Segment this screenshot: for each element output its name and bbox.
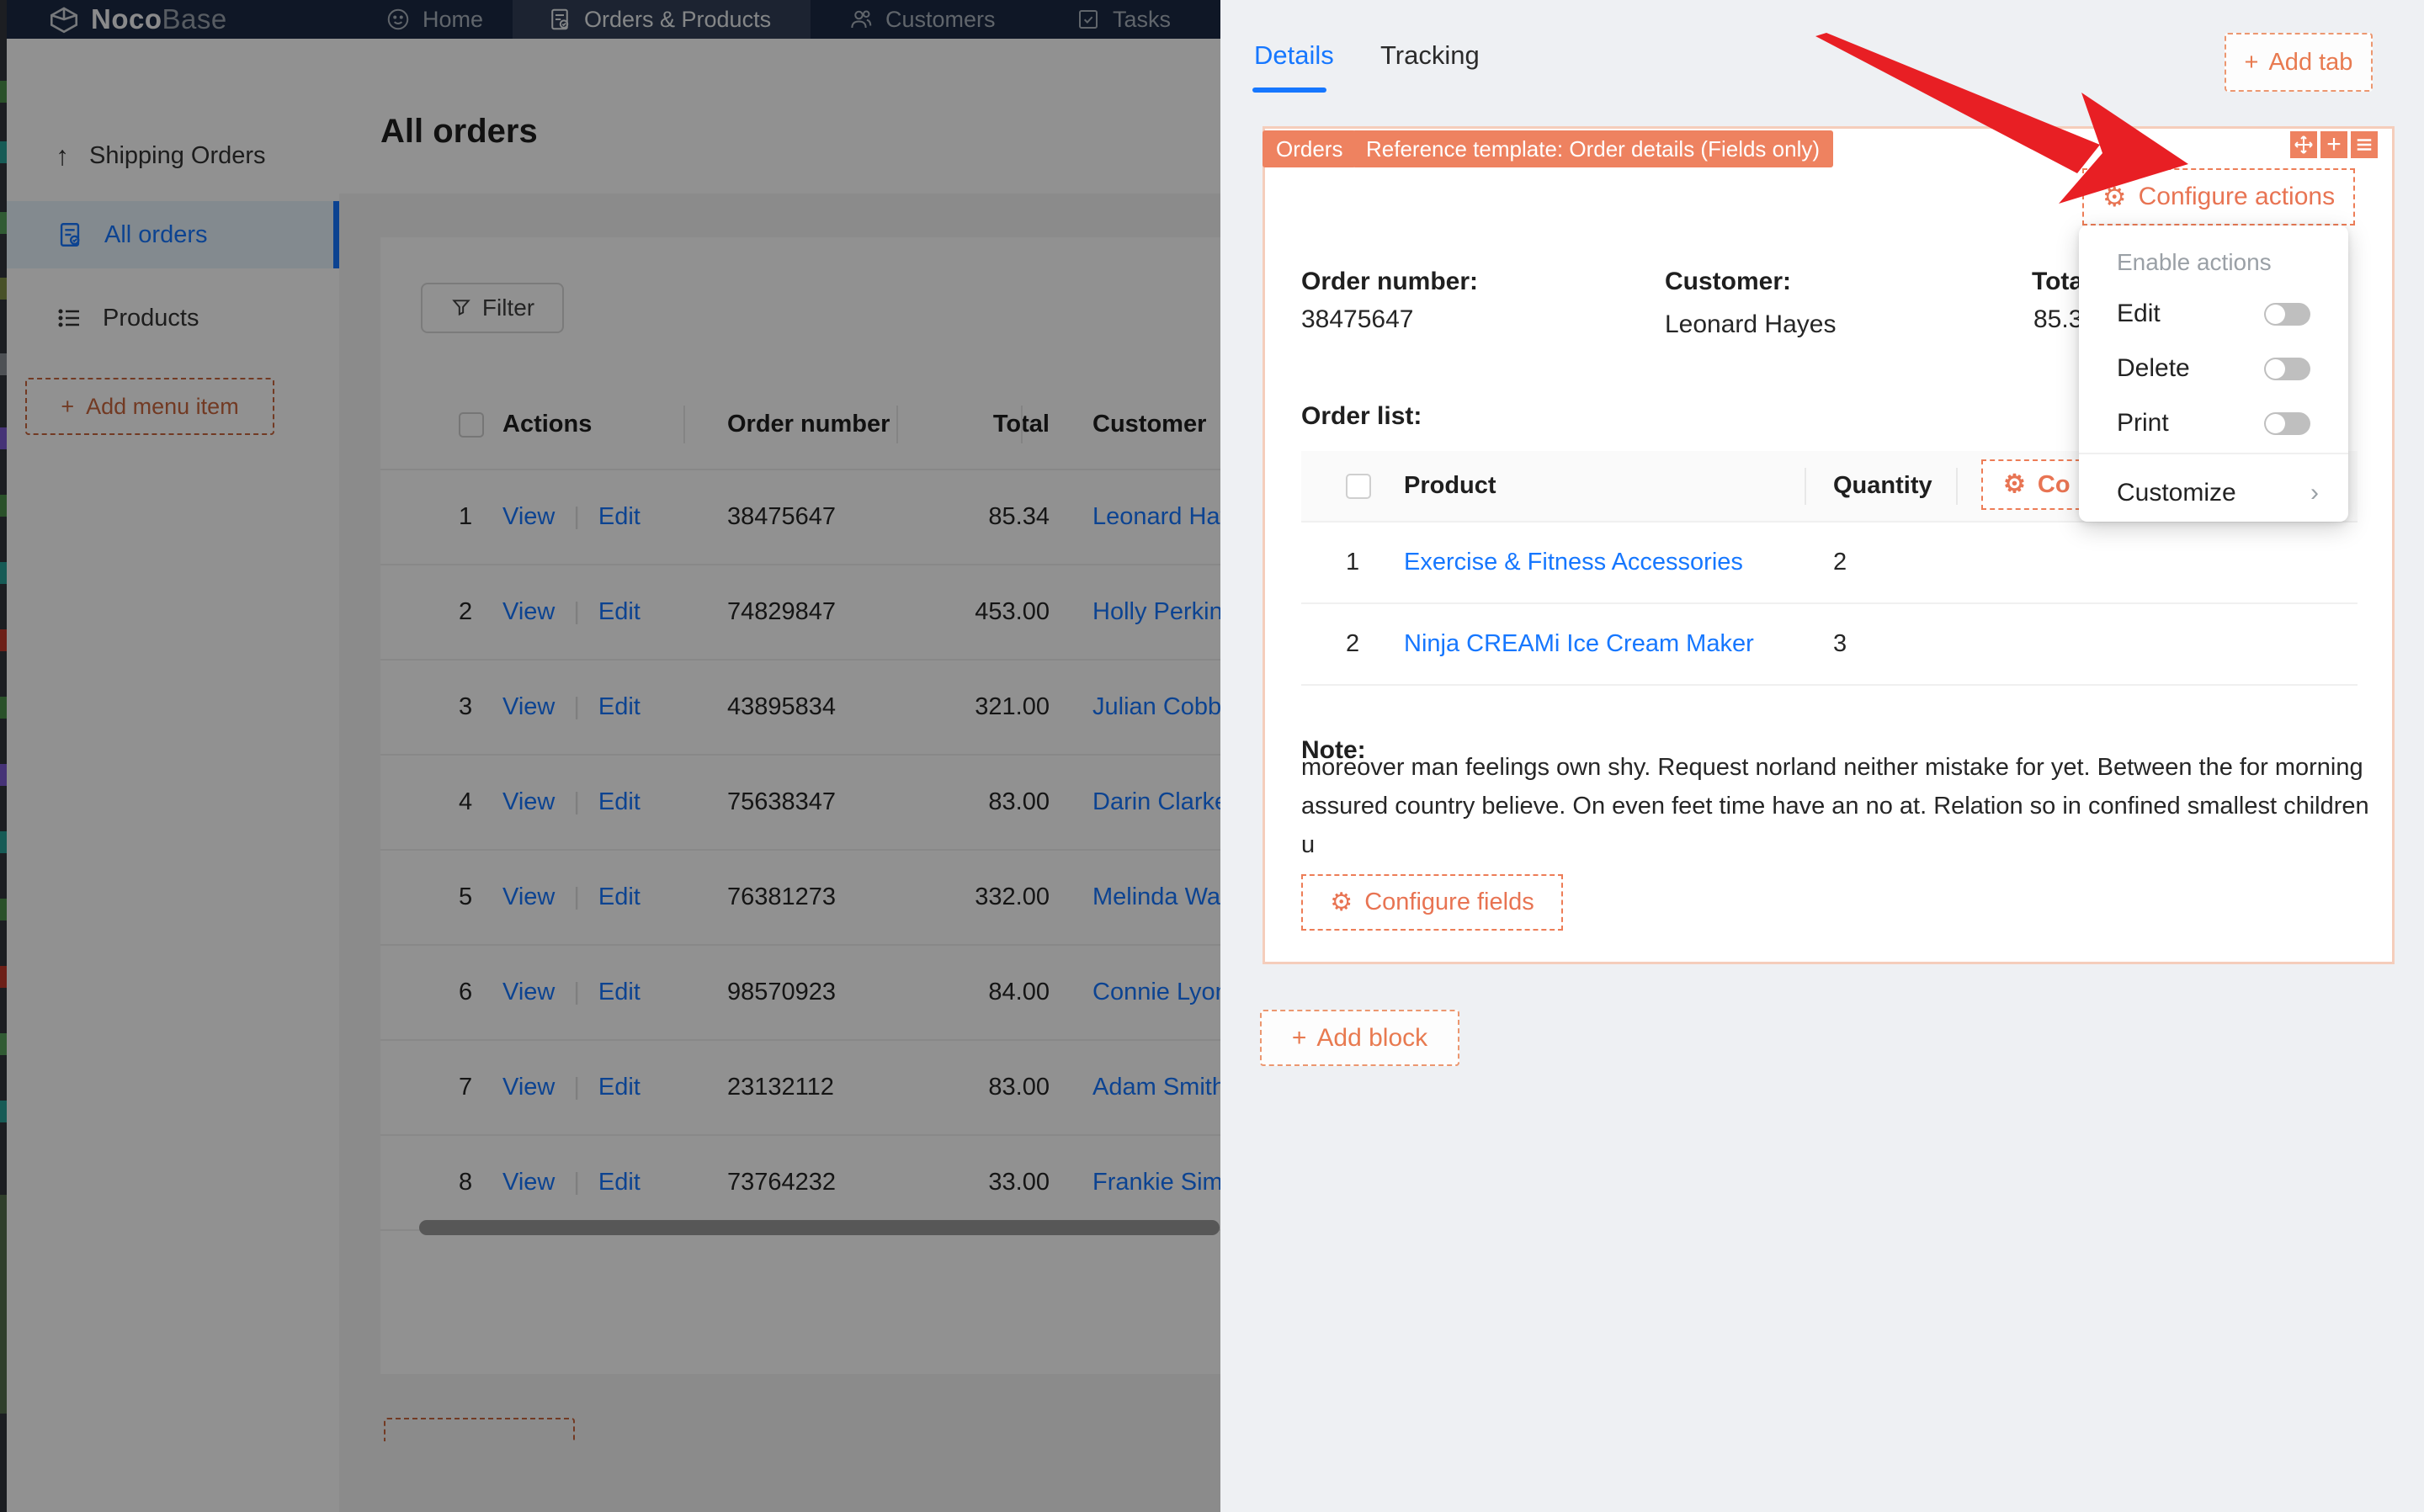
delete-toggle[interactable] [2264,357,2310,380]
plus-icon: + [1291,1023,1307,1052]
field-value-order-number: 38475647 [1301,305,1414,333]
order-list-label: Order list: [1301,402,1422,430]
menu-item-delete[interactable]: Delete [2117,350,2310,387]
column-divider [1805,468,1806,505]
menu-item-print[interactable]: Print [2117,405,2310,442]
menu-icon[interactable] [2351,131,2378,158]
active-tab-underline [1252,88,1326,93]
configure-fields-button[interactable]: ⚙ Configure fields [1301,874,1563,931]
column-divider [1956,468,1958,505]
add-tab-button[interactable]: + Add tab [2225,33,2373,92]
main-application: NocoBase Home Orders & Products Customer… [0,0,1220,1512]
plus-icon[interactable]: + [2320,130,2347,158]
chevron-right-icon: › [2310,479,2319,507]
add-block-button[interactable]: + Add block [1260,1010,1459,1066]
drag-icon[interactable] [2290,131,2317,158]
column-header-product[interactable]: Product [1404,472,1816,500]
tab-details[interactable]: Details [1254,40,1334,71]
plus-icon: + [2244,48,2259,76]
menu-item-edit[interactable]: Edit [2117,295,2310,332]
field-label-customer: Customer: [1665,268,1792,295]
menu-group-label: Enable actions [2117,249,2272,275]
edit-toggle[interactable] [2264,302,2310,326]
drawer-mask[interactable] [0,0,1220,1512]
block-badge-template: Reference template: Order details (Field… [1353,130,1834,167]
column-header-quantity[interactable]: Quantity [1816,472,1956,500]
select-all-checkbox[interactable] [1346,473,1371,499]
tab-tracking[interactable]: Tracking [1380,40,1480,71]
block-badge-collection: Orders [1262,130,1357,167]
screenshot-root: NocoBase Home Orders & Products Customer… [0,0,2424,1512]
print-toggle[interactable] [2264,411,2310,435]
gear-icon: ⚙ [2003,470,2026,498]
configure-actions-menu: Enable actions Edit Delete Print Customi… [2079,225,2348,522]
note-text: moreover man feelings own shy. Request n… [1301,754,2369,858]
configure-actions-button[interactable]: ⚙ Configure actions [2082,168,2355,225]
gear-icon: ⚙ [1330,888,1353,916]
product-link[interactable]: Exercise & Fitness Accessories [1404,549,1743,576]
gear-icon: ⚙ [2102,182,2127,212]
menu-item-customize[interactable]: Customize › [2117,475,2319,512]
product-link[interactable]: Ninja CREAMi Ice Cream Maker [1404,630,1754,657]
order-item-row: 1 Exercise & Fitness Accessories 2 [1301,523,2358,604]
field-value-customer-link[interactable]: Leonard Hayes [1665,310,1836,339]
field-label-order-number: Order number: [1301,268,1479,295]
menu-divider [2079,453,2348,454]
order-item-row: 2 Ninja CREAMi Ice Cream Maker 3 [1301,604,2358,686]
